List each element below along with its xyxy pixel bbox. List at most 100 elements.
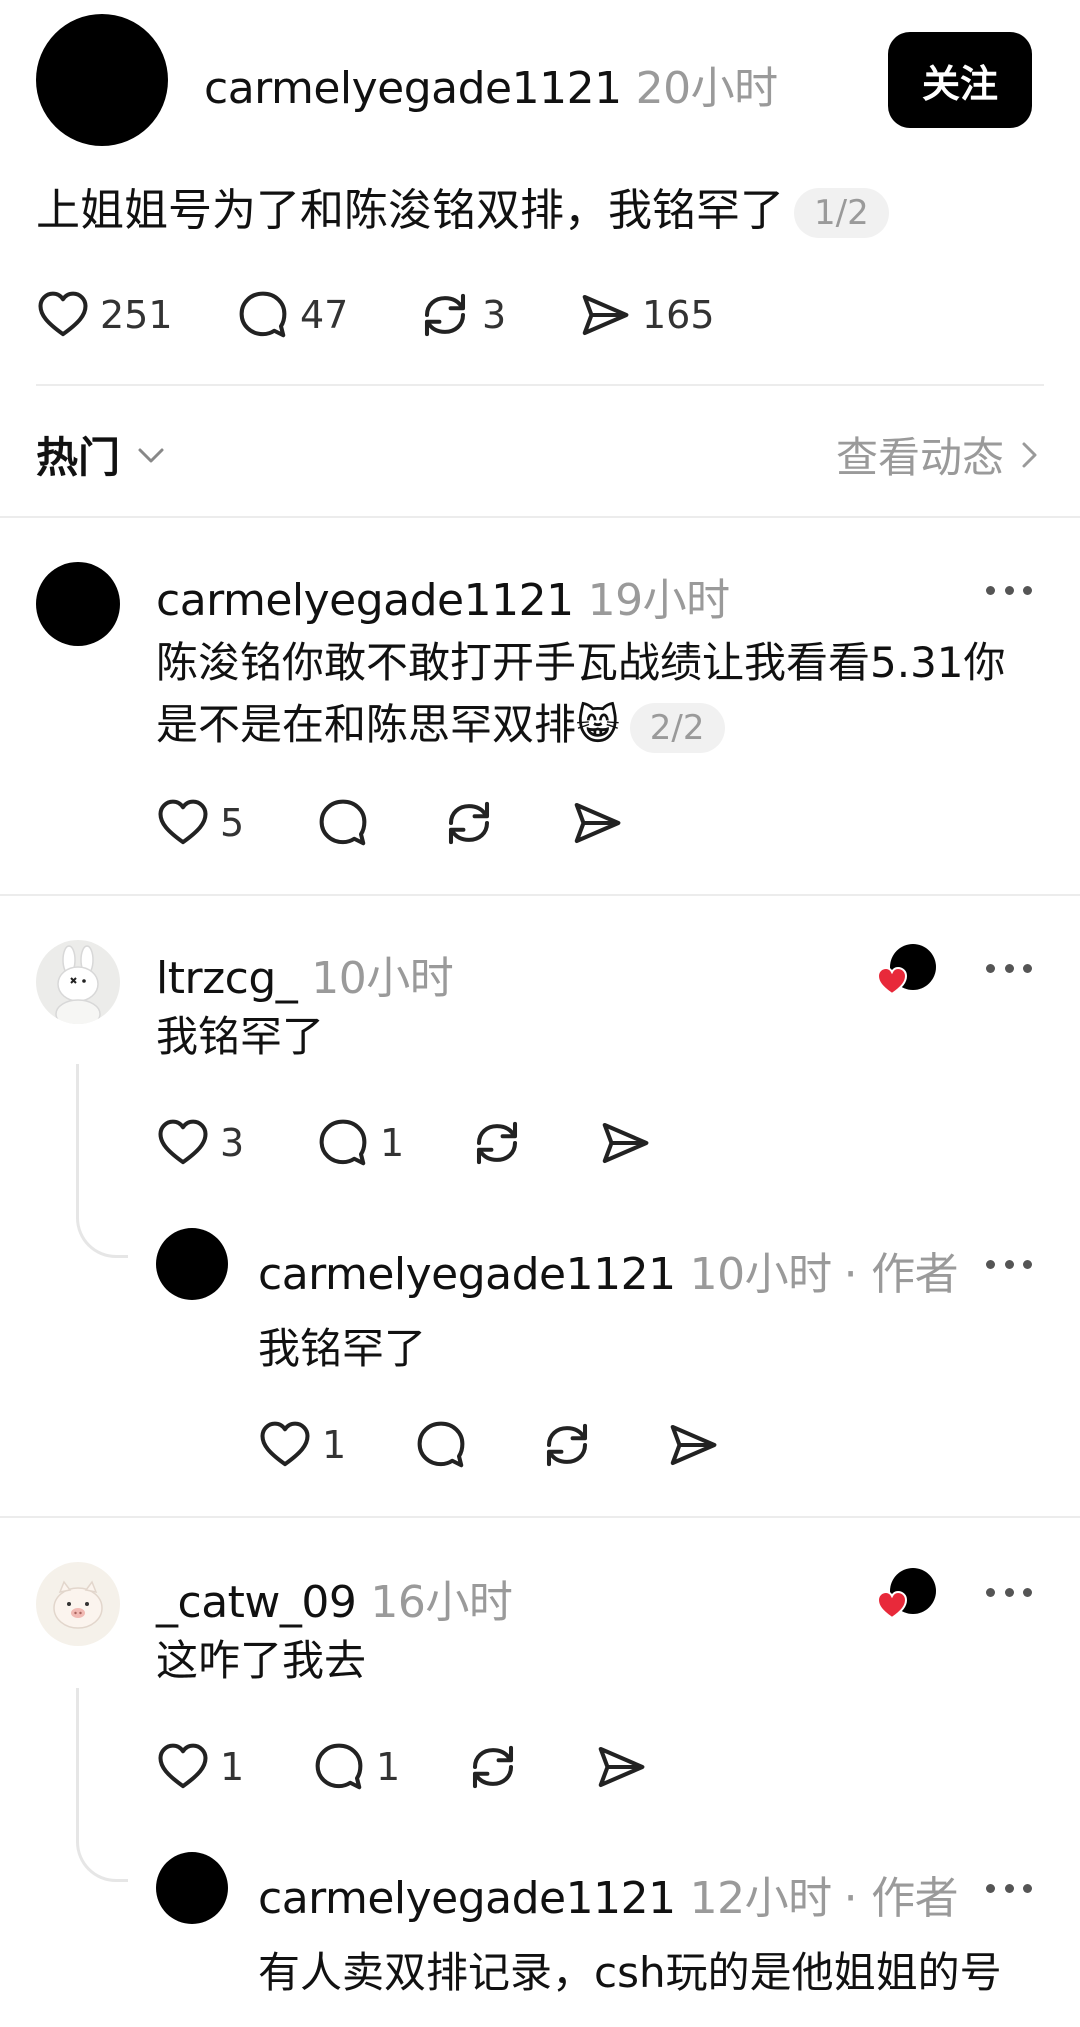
- post-repost-count: 3: [482, 293, 507, 337]
- more-dots-icon[interactable]: [986, 1586, 1032, 1598]
- thread-text: 陈浚铭你敢不敢打开手瓦战绩让我看看5.31你是不是在和陈思罕双排😸: [156, 638, 1006, 749]
- reply1-comment-button[interactable]: [414, 1418, 468, 1472]
- comment1-text: 我铭罕了: [156, 1012, 325, 1061]
- thread-username[interactable]: carmelyegade1121: [156, 575, 574, 626]
- send-icon: [570, 796, 624, 850]
- reply2-author[interactable]: carmelyegade1121 12小时 · 作者: [258, 1862, 959, 1926]
- send-icon: [594, 1740, 648, 1794]
- reply1-like-button[interactable]: 1: [258, 1418, 346, 1472]
- reply1-author-tag: 作者: [871, 1249, 959, 1300]
- reply-thread-connector: [76, 1688, 128, 1882]
- comment-bubble-icon: [236, 288, 290, 342]
- comment2-like-button[interactable]: 1: [156, 1740, 244, 1794]
- post-avatar[interactable]: [36, 14, 168, 146]
- thread-share-button[interactable]: [570, 796, 624, 850]
- comment2-author[interactable]: _catw_09 16小时: [156, 1566, 513, 1630]
- send-icon: [578, 288, 632, 342]
- comment1-repost-button[interactable]: [470, 1116, 524, 1170]
- comment2-like-count: 1: [220, 1745, 245, 1789]
- thread-avatar[interactable]: [36, 562, 120, 646]
- reply1-username[interactable]: carmelyegade1121: [258, 1249, 676, 1300]
- heart-icon: [36, 288, 90, 342]
- post-comment-button[interactable]: 47: [236, 288, 348, 342]
- reply2-username[interactable]: carmelyegade1121: [258, 1873, 676, 1924]
- view-activity-label: 查看动态: [835, 433, 1004, 482]
- thread-time: 19小时: [587, 575, 731, 626]
- author-liked-badge: [876, 944, 936, 996]
- heart-icon: [156, 796, 210, 850]
- more-dots-icon[interactable]: [986, 1258, 1032, 1270]
- repost-icon: [442, 796, 496, 850]
- comment-divider: [0, 894, 1080, 896]
- comment2-comment-count: 1: [376, 1745, 401, 1789]
- reply1-time: 10小时: [689, 1249, 833, 1300]
- heart-filled-icon: [876, 966, 908, 996]
- repost-icon: [418, 288, 472, 342]
- comment1-comment-button[interactable]: 1: [316, 1116, 404, 1170]
- comment1-author[interactable]: ltrzcg_ 10小时: [156, 942, 454, 1006]
- more-dots-icon[interactable]: [986, 584, 1032, 596]
- reply1-repost-button[interactable]: [540, 1418, 594, 1472]
- post-share-count: 165: [642, 293, 715, 337]
- post-counter: 1/2: [794, 188, 889, 238]
- comment-divider: [0, 1516, 1080, 1518]
- comment2-repost-button[interactable]: [466, 1740, 520, 1794]
- thread-author[interactable]: carmelyegade1121 19小时: [156, 564, 730, 628]
- comment1-like-button[interactable]: 3: [156, 1116, 244, 1170]
- post-author[interactable]: carmelyegade1121 20小时: [204, 52, 778, 116]
- more-dots-icon[interactable]: [986, 962, 1032, 974]
- chevron-down-icon: [138, 448, 164, 462]
- reply2-avatar[interactable]: [156, 1852, 228, 1924]
- comment-bubble-icon: [316, 1116, 370, 1170]
- chevron-right-icon: [1022, 442, 1037, 467]
- commenter-avatar-bunny[interactable]: [36, 940, 120, 1024]
- thread-text-row: 陈浚铭你敢不敢打开手瓦战绩让我看看5.31你是不是在和陈思罕双排😸 2/2: [156, 632, 1046, 756]
- reply2-time: 12小时: [689, 1873, 833, 1924]
- comment1-comment-count: 1: [380, 1121, 405, 1165]
- repost-icon: [466, 1740, 520, 1794]
- post-repost-button[interactable]: 3: [418, 288, 506, 342]
- thread-like-button[interactable]: 5: [156, 796, 244, 850]
- comment1-username[interactable]: ltrzcg_: [156, 953, 298, 1004]
- author-liked-badge: [876, 1568, 936, 1620]
- thread-repost-button[interactable]: [442, 796, 496, 850]
- post-text: 上姐姐号为了和陈浚铭双排，我铭罕了: [36, 185, 784, 236]
- post-share-button[interactable]: 165: [578, 288, 715, 342]
- comment2-share-button[interactable]: [594, 1740, 648, 1794]
- comment1-share-button[interactable]: [598, 1116, 652, 1170]
- reply-thread-connector: [76, 1064, 128, 1258]
- commenter-avatar-pig[interactable]: [36, 1562, 120, 1646]
- section-divider: [0, 516, 1080, 518]
- view-activity-link[interactable]: 查看动态: [836, 424, 1044, 485]
- heart-filled-icon: [876, 1590, 908, 1620]
- reply1-author[interactable]: carmelyegade1121 10小时 · 作者: [258, 1238, 959, 1302]
- post-like-count: 251: [100, 293, 173, 337]
- reply2-separator: ·: [843, 1873, 858, 1924]
- heart-icon: [156, 1116, 210, 1170]
- heart-icon: [258, 1418, 312, 1472]
- comment2-username[interactable]: _catw_09: [156, 1577, 357, 1628]
- comment-bubble-icon: [316, 796, 370, 850]
- post-like-button[interactable]: 251: [36, 288, 173, 342]
- send-icon: [598, 1116, 652, 1170]
- sort-dropdown[interactable]: 热门: [36, 424, 168, 485]
- thread-comment-button[interactable]: [316, 796, 370, 850]
- comment1-time: 10小时: [311, 953, 454, 1004]
- more-dots-icon[interactable]: [986, 1882, 1032, 1894]
- reply1-text: 我铭罕了: [258, 1324, 427, 1373]
- reply1-share-button[interactable]: [666, 1418, 720, 1472]
- heart-icon: [156, 1740, 210, 1794]
- comment2-comment-button[interactable]: 1: [312, 1740, 400, 1794]
- reply1-avatar[interactable]: [156, 1228, 228, 1300]
- post-username[interactable]: carmelyegade1121: [204, 63, 622, 114]
- follow-button[interactable]: 关注: [888, 32, 1032, 128]
- post-text-row: 上姐姐号为了和陈浚铭双排，我铭罕了 1/2: [36, 180, 889, 242]
- reply1-separator: ·: [843, 1249, 858, 1300]
- sort-label: 热门: [36, 433, 121, 482]
- post-time: 20小时: [635, 63, 779, 114]
- reply2-author-tag: 作者: [871, 1873, 959, 1924]
- reply1-like-count: 1: [322, 1423, 347, 1467]
- thread-like-count: 5: [220, 801, 245, 845]
- thread-counter: 2/2: [629, 702, 725, 753]
- comment2-text: 这咋了我去: [156, 1636, 367, 1685]
